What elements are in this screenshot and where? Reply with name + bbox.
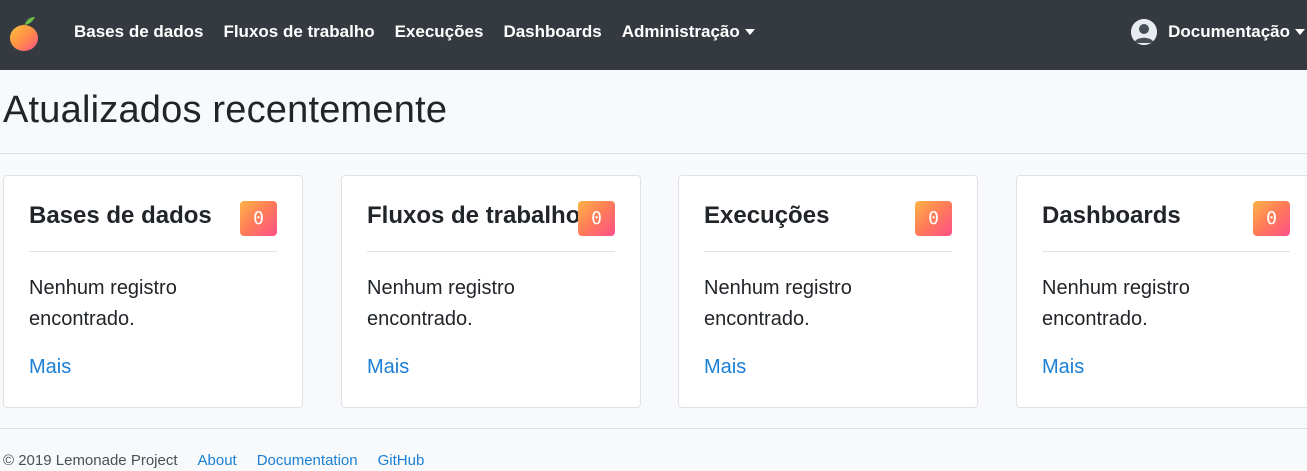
card-execucoes: Execuções 0 Nenhum registro encontrado. … — [678, 175, 978, 408]
page-title: Atualizados recentemente — [3, 89, 448, 131]
more-link[interactable]: Mais — [704, 356, 746, 379]
nav-item-execucoes[interactable]: Execuções — [385, 22, 494, 42]
nav-item-administracao-label: Administração — [621, 22, 740, 41]
card-title: Execuções — [704, 202, 830, 229]
card-header: Bases de dados 0 — [29, 200, 277, 252]
more-link[interactable]: Mais — [367, 356, 409, 379]
count-badge: 0 — [915, 201, 952, 236]
divider — [0, 153, 1307, 154]
user-silhouette-icon — [1131, 19, 1158, 45]
main-nav: Bases de dados Fluxos de trabalho Execuç… — [64, 0, 765, 64]
card-title: Bases de dados — [29, 202, 212, 229]
card-header: Execuções 0 — [704, 200, 952, 252]
divider — [0, 428, 1307, 429]
caret-down-icon — [1295, 29, 1305, 35]
top-navbar: Bases de dados Fluxos de trabalho Execuç… — [0, 0, 1307, 70]
user-menu-label: Documentação — [1168, 22, 1290, 41]
empty-message: Nenhum registro encontrado. — [1042, 277, 1190, 330]
footer: © 2019 Lemonade Project About Documentat… — [3, 452, 424, 469]
card-header: Dashboards 0 — [1042, 200, 1290, 252]
empty-message: Nenhum registro encontrado. — [704, 277, 852, 330]
nav-item-fluxos-de-trabalho[interactable]: Fluxos de trabalho — [213, 22, 384, 42]
card-title: Dashboards — [1042, 202, 1181, 229]
nav-item-dashboards[interactable]: Dashboards — [493, 22, 611, 42]
footer-link-documentation[interactable]: Documentation — [257, 452, 358, 469]
more-link[interactable]: Mais — [1042, 356, 1084, 379]
more-link[interactable]: Mais — [29, 356, 71, 379]
empty-message: Nenhum registro encontrado. — [367, 277, 515, 330]
count-badge: 0 — [240, 201, 277, 236]
card-header: Fluxos de trabalho 0 — [367, 200, 615, 252]
avatar — [1131, 19, 1158, 45]
copyright-text: © 2019 Lemonade Project — [3, 452, 178, 469]
card-bases-de-dados: Bases de dados 0 Nenhum registro encontr… — [3, 175, 303, 408]
lemonade-logo-icon[interactable] — [8, 14, 40, 54]
count-badge: 0 — [1253, 201, 1290, 236]
card-dashboards: Dashboards 0 Nenhum registro encontrado.… — [1016, 175, 1307, 408]
nav-item-administracao[interactable]: Administração — [612, 22, 765, 42]
caret-down-icon — [744, 29, 755, 35]
card-fluxos-de-trabalho: Fluxos de trabalho 0 Nenhum registro enc… — [341, 175, 641, 408]
user-menu[interactable]: Documentação — [1131, 0, 1307, 64]
nav-item-bases-de-dados[interactable]: Bases de dados — [64, 22, 213, 42]
count-badge: 0 — [578, 201, 615, 236]
footer-link-github[interactable]: GitHub — [378, 452, 425, 469]
empty-message: Nenhum registro encontrado. — [29, 277, 177, 330]
card-title: Fluxos de trabalho — [367, 202, 581, 229]
footer-link-about[interactable]: About — [198, 452, 237, 469]
